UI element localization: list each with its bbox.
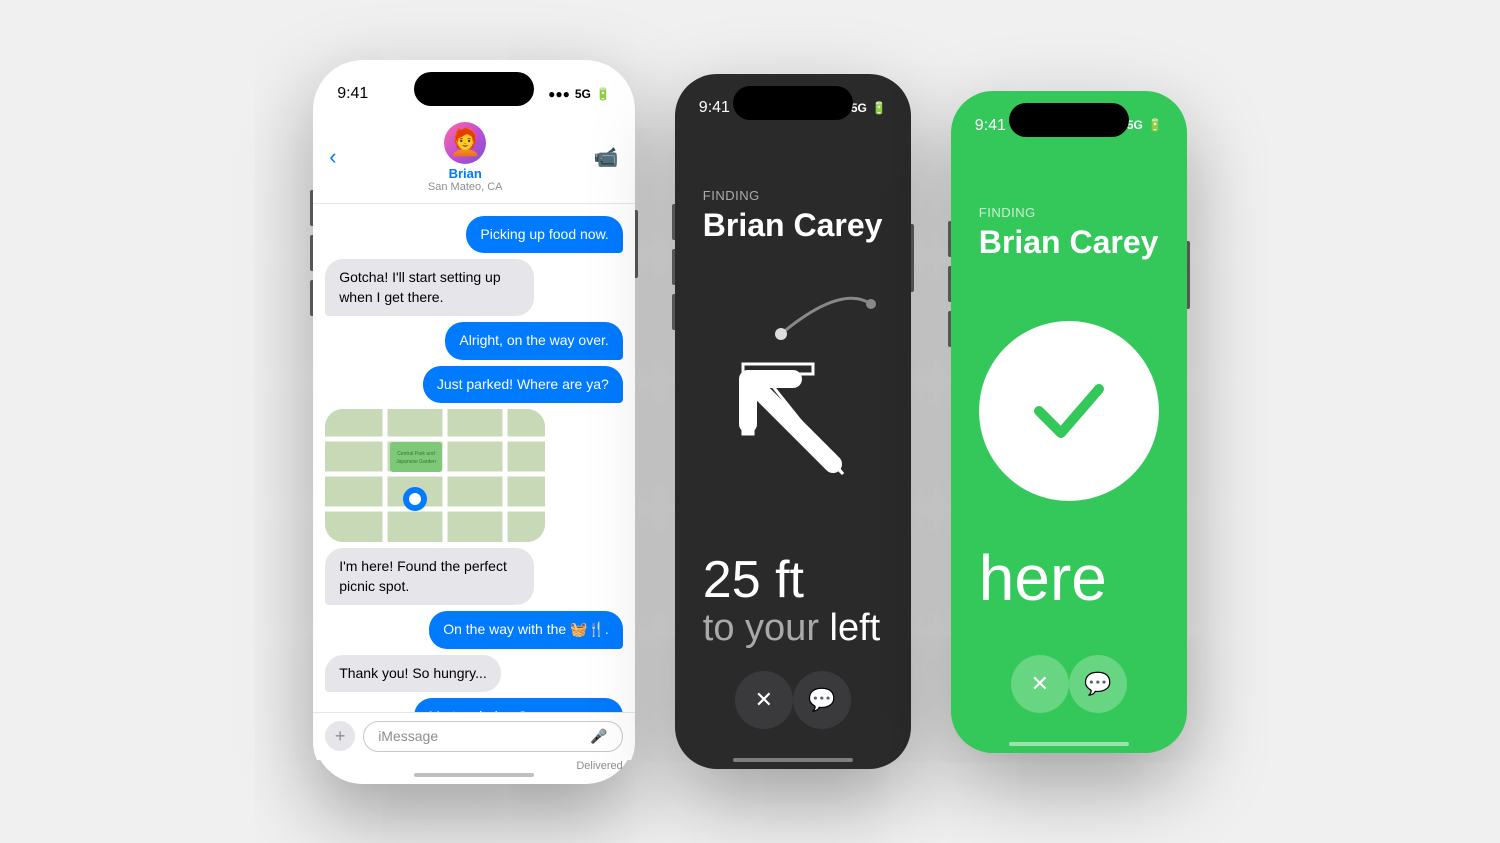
network-type-1: 5G: [575, 87, 591, 101]
close-button-3[interactable]: ✕: [1011, 655, 1069, 713]
finding-actions: ✕ 💬: [675, 651, 911, 769]
imessage-screen: 9:41 ●●● 5G 🔋 ‹ 🧑‍🦰 Brian San Mateo, CA …: [313, 60, 635, 784]
home-indicator-3: [1009, 742, 1129, 746]
microphone-icon[interactable]: 🎤: [590, 728, 607, 745]
checkmark-svg: [1019, 361, 1119, 461]
phone-1-imessage: 9:41 ●●● 5G 🔋 ‹ 🧑‍🦰 Brian San Mateo, CA …: [313, 60, 635, 784]
distance-value: 25 ft: [703, 554, 883, 606]
found-screen: 9:41 ➤ ●●● 5G 🔋 FINDING Brian Carey here…: [951, 91, 1187, 753]
contact-location: San Mateo, CA: [428, 181, 503, 193]
map-svg: Central Park and Japanese Garden: [325, 409, 545, 541]
imessage-header: ‹ 🧑‍🦰 Brian San Mateo, CA 📹: [313, 114, 635, 204]
message-input-field[interactable]: iMessage 🎤: [363, 721, 623, 752]
back-button[interactable]: ‹: [329, 144, 336, 170]
avatar-emoji: 🧑‍🦰: [449, 127, 481, 158]
message-received-2: I'm here! Found the perfect picnic spot.: [325, 548, 533, 605]
status-time-2: 9:41: [699, 99, 730, 117]
checkmark-area: [951, 321, 1187, 501]
found-actions: ✕ 💬: [951, 615, 1187, 753]
arc-indicator: [761, 274, 881, 354]
dynamic-island: [414, 72, 534, 106]
direction-description: to your left: [703, 606, 883, 652]
on-the-way-text: On the way with the 🧺🍴.: [443, 621, 609, 637]
message-button-2[interactable]: 💬: [793, 671, 851, 729]
battery-icon-3: 🔋: [1148, 118, 1163, 132]
battery-icon-1: 🔋: [596, 87, 611, 101]
home-indicator-1: [414, 773, 534, 777]
message-sent-4: On the way with the 🧺🍴.: [429, 611, 623, 649]
map-image: Central Park and Japanese Garden: [325, 409, 545, 541]
status-icons-1: ●●● 5G 🔋: [548, 87, 611, 101]
network-type-3: 5G: [1127, 118, 1143, 132]
distance-info: 25 ft to your left: [675, 554, 911, 652]
contact-info[interactable]: 🧑‍🦰 Brian San Mateo, CA: [428, 122, 503, 193]
svg-text:Central Park and: Central Park and: [397, 451, 435, 457]
battery-icon-2: 🔋: [872, 101, 887, 115]
message-sent-3: Just parked! Where are ya?: [423, 366, 623, 404]
found-header: FINDING Brian Carey: [951, 145, 1187, 281]
svg-text:Japanese Garden: Japanese Garden: [396, 459, 436, 465]
avatar: 🧑‍🦰: [444, 122, 486, 164]
close-button-2[interactable]: ✕: [735, 671, 793, 729]
dynamic-island-3: [1009, 103, 1129, 137]
network-type-2: 5G: [851, 101, 867, 115]
message-received-1: Gotcha! I'll start setting up when I get…: [325, 259, 533, 316]
add-attachment-button[interactable]: +: [325, 721, 355, 751]
direction-arrow: [713, 344, 873, 504]
phone-2-finding: 9:41 ●●● 5G 🔋 FINDING Brian Carey: [675, 74, 911, 770]
found-label: FINDING: [979, 205, 1159, 220]
delivered-status: Delivered: [576, 760, 622, 772]
message-sent-2: Alright, on the way over.: [445, 322, 622, 360]
arrow-svg: [713, 344, 873, 504]
map-bubble[interactable]: Central Park and Japanese Garden 📍 Find …: [325, 409, 545, 541]
message-input-bar: + iMessage 🎤: [313, 712, 635, 760]
found-status-text: here: [951, 541, 1187, 615]
input-placeholder: iMessage: [378, 728, 438, 744]
video-call-button[interactable]: 📹: [594, 145, 619, 170]
dynamic-island-2: [733, 86, 853, 120]
contact-name: Brian: [449, 166, 482, 181]
finding-screen: 9:41 ●●● 5G 🔋 FINDING Brian Carey: [675, 74, 911, 770]
messages-list: Picking up food now. Gotcha! I'll start …: [313, 204, 635, 784]
status-time-1: 9:41: [337, 85, 368, 103]
phone-3-found: 9:41 ➤ ●●● 5G 🔋 FINDING Brian Carey here…: [951, 91, 1187, 753]
person-name-3: Brian Carey: [979, 224, 1159, 261]
direction-suffix: left: [830, 607, 881, 649]
message-button-3[interactable]: 💬: [1069, 655, 1127, 713]
home-indicator-2: [733, 758, 853, 762]
direction-prefix: to your: [703, 607, 819, 649]
finding-header: FINDING Brian Carey: [675, 128, 911, 264]
finding-label: FINDING: [703, 188, 883, 203]
person-name-2: Brian Carey: [703, 207, 883, 244]
direction-area: 25 ft to your left: [675, 264, 911, 652]
message-sent-1: Picking up food now.: [466, 216, 622, 254]
message-received-3: Thank you! So hungry...: [325, 655, 501, 693]
check-circle: [979, 321, 1159, 501]
signal-icon-1: ●●●: [548, 87, 570, 101]
